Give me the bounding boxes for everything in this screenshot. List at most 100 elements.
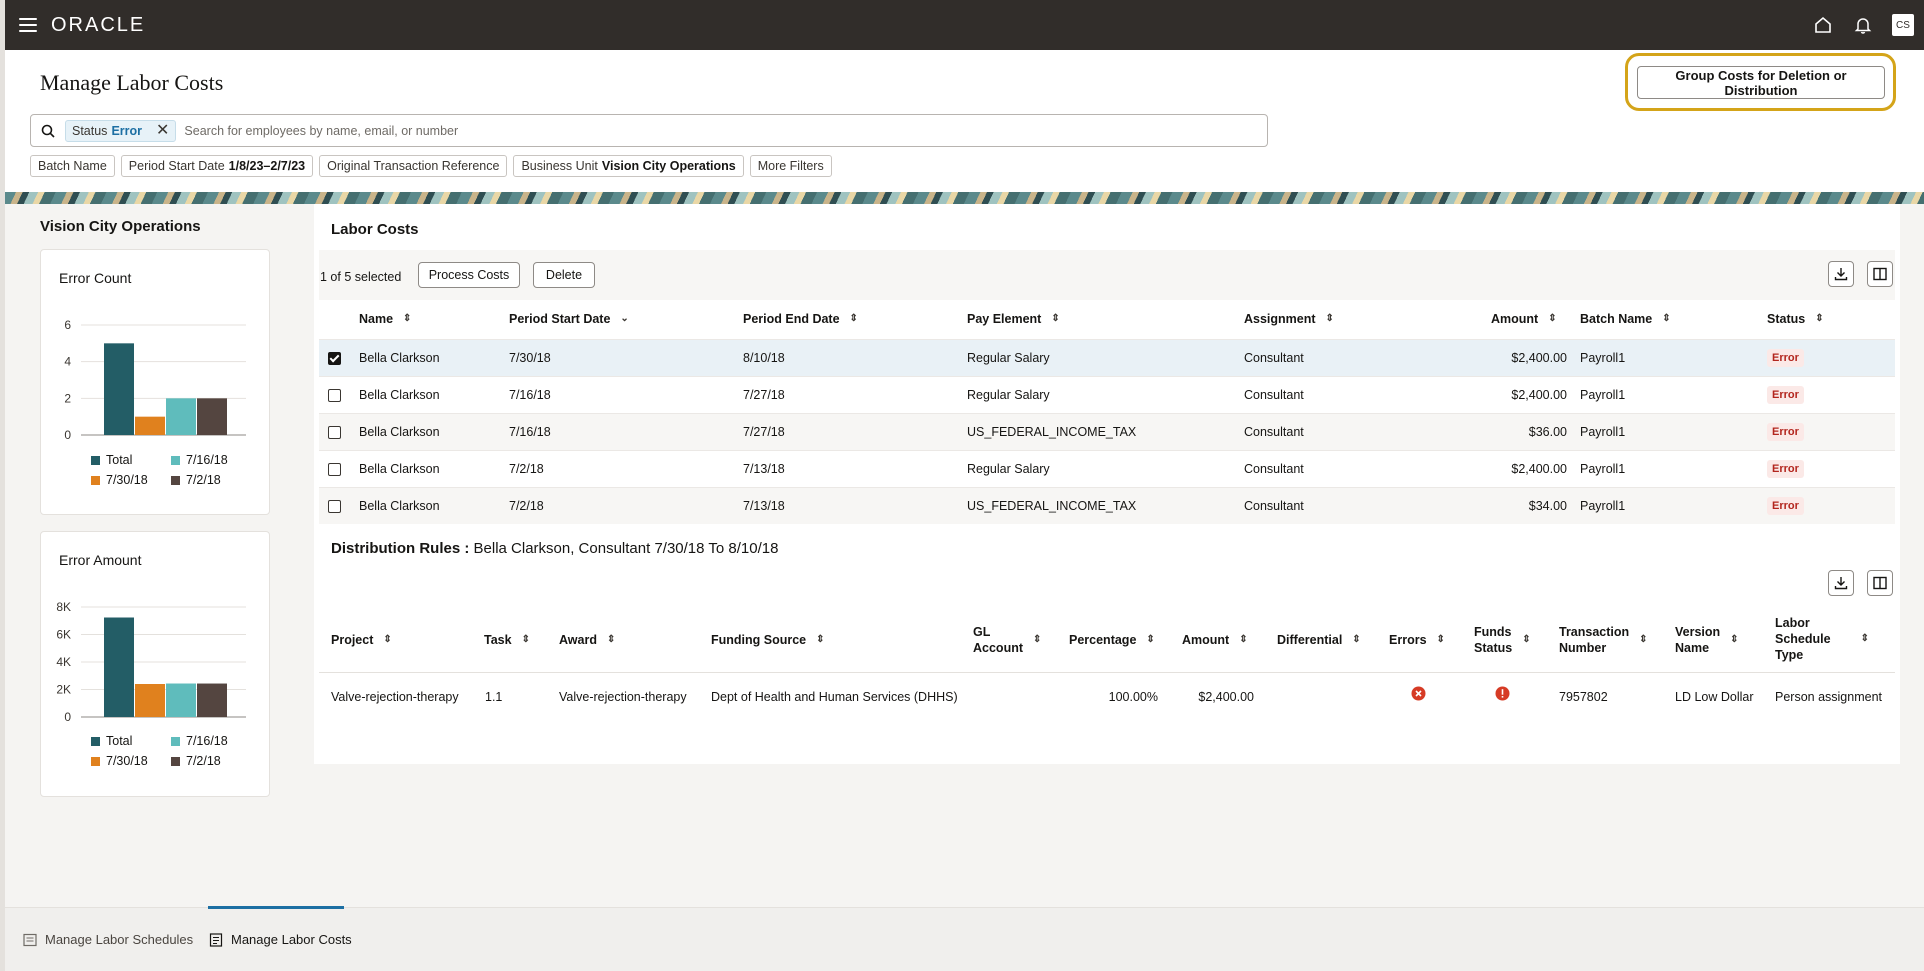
row-checkbox[interactable]: [328, 426, 341, 439]
table-row[interactable]: Bella Clarkson 7/16/18 7/27/18 Regular S…: [319, 376, 1895, 413]
home-icon[interactable]: [1812, 14, 1834, 36]
bar-Total: [104, 617, 134, 717]
search-icon[interactable]: [31, 124, 65, 138]
col-task[interactable]: Task ⇕: [484, 632, 530, 648]
table-row[interactable]: Bella Clarkson 7/2/18 7/13/18 US_FEDERAL…: [319, 487, 1895, 524]
col-version-name[interactable]: Version Name ⇕: [1675, 624, 1739, 656]
download-icon[interactable]: [1828, 570, 1854, 596]
legend-item: 7/16/18: [171, 453, 251, 467]
col-labor-schedule-type[interactable]: Labor Schedule Type ⇕: [1775, 615, 1869, 663]
oracle-logo: ORACLE: [51, 13, 146, 36]
error-icon[interactable]: [1411, 686, 1426, 704]
col-funds-status[interactable]: Funds Status ⇕: [1474, 624, 1531, 656]
table-row[interactable]: Bella Clarkson 7/16/18 7/27/18 US_FEDERA…: [319, 413, 1895, 450]
cell-batch: Payroll1: [1580, 388, 1626, 402]
cell-batch: Payroll1: [1580, 351, 1626, 365]
cell-batch: Payroll1: [1580, 499, 1626, 513]
sort-icon: ⇕: [1352, 634, 1361, 645]
process-costs-button[interactable]: Process Costs: [418, 262, 520, 288]
legend-item: Total: [91, 453, 171, 467]
error-amount-card: Error Amount 0 2K 4K 6K 8K Total 7/16/18 7/3…: [40, 531, 270, 797]
warning-icon[interactable]: [1495, 686, 1510, 704]
cell-assignment: Consultant: [1244, 462, 1304, 476]
filter-original-transaction-reference[interactable]: Original Transaction Reference: [319, 155, 508, 177]
sort-icon: ⇕: [1730, 634, 1739, 645]
col-award[interactable]: Award ⇕: [559, 632, 615, 648]
col-period-end-date[interactable]: Period End Date ⇕: [743, 312, 858, 326]
cell-start: 7/16/18: [509, 425, 551, 439]
bar-7/30/18: [135, 684, 165, 717]
business-unit-title: Vision City Operations: [40, 218, 201, 235]
close-icon[interactable]: ✕: [156, 122, 169, 139]
user-avatar[interactable]: CS: [1892, 14, 1914, 36]
delete-button[interactable]: Delete: [533, 262, 595, 288]
filter-bar: Batch Name Period Start Date 1/8/23–2/7/2…: [30, 155, 832, 177]
filter-batch-name[interactable]: Batch Name: [30, 155, 115, 177]
col-differential[interactable]: Differential ⇕: [1277, 632, 1361, 648]
columns-icon[interactable]: [1867, 570, 1893, 596]
col-period-start-date[interactable]: Period Start Date ⌄: [509, 312, 629, 326]
col-transaction-number[interactable]: Transaction Number ⇕: [1559, 624, 1648, 656]
status-badge: Error: [1767, 460, 1804, 478]
cell-name: Bella Clarkson: [359, 351, 440, 365]
cell-assignment: Consultant: [1244, 351, 1304, 365]
search-input[interactable]: [184, 123, 1267, 138]
cell-assignment: Consultant: [1244, 388, 1304, 402]
sort-icon: ⇕: [383, 634, 392, 645]
col-name[interactable]: Name ⇕: [359, 312, 411, 326]
row-checkbox[interactable]: [328, 463, 341, 476]
filter-period-start-date[interactable]: Period Start Date 1/8/23–2/7/23: [120, 155, 314, 177]
cell-name: Bella Clarkson: [359, 499, 440, 513]
row-checkbox[interactable]: [328, 500, 341, 513]
col-pay-element[interactable]: Pay Element ⇕: [967, 312, 1060, 326]
selection-count: 1 of 5 selected: [320, 270, 402, 284]
bar-7/16/18: [166, 398, 196, 435]
error-amount-title: Error Amount: [59, 552, 142, 568]
bell-icon[interactable]: [1852, 14, 1874, 36]
tab-manage-labor-costs[interactable]: Manage Labor Costs: [209, 932, 352, 947]
col-project[interactable]: Project ⇕: [331, 632, 392, 648]
row-checkbox[interactable]: [328, 352, 341, 365]
col-gl-account[interactable]: GL Account ⇕: [973, 624, 1041, 656]
filter-business-unit[interactable]: Business Unit Vision City Operations: [513, 155, 744, 177]
status-badge: Error: [1767, 423, 1804, 441]
cell-pay-element: Regular Salary: [967, 388, 1050, 402]
dist-cell-amount: $2,400.00: [1198, 690, 1254, 704]
table-row[interactable]: Bella Clarkson 7/2/18 7/13/18 Regular Sa…: [319, 450, 1895, 487]
dist-cell-version-name: LD Low Dollar: [1675, 690, 1754, 704]
cell-pay-element: US_FEDERAL_INCOME_TAX: [967, 499, 1137, 513]
table-row[interactable]: Bella Clarkson 7/30/18 8/10/18 Regular S…: [319, 339, 1895, 376]
cell-end: 7/13/18: [743, 462, 785, 476]
col-assignment[interactable]: Assignment ⇕: [1244, 312, 1334, 326]
columns-icon[interactable]: [1867, 261, 1893, 287]
download-icon[interactable]: [1828, 261, 1854, 287]
sort-icon: ⇕: [606, 634, 616, 645]
decorative-banner: [5, 192, 1924, 204]
legend-item: 7/30/18: [91, 754, 171, 768]
col-batch-name[interactable]: Batch Name ⇕: [1580, 312, 1671, 326]
status-filter-chip[interactable]: Status Error ✕: [65, 119, 177, 142]
group-costs-button[interactable]: Group Costs for Deletion or Distribution: [1637, 66, 1885, 99]
row-checkbox[interactable]: [328, 389, 341, 402]
col-amount[interactable]: Amount ⇕: [1491, 312, 1557, 326]
col-errors[interactable]: Errors ⇕: [1389, 632, 1445, 648]
col-status[interactable]: Status ⇕: [1767, 312, 1824, 326]
menu-icon[interactable]: [19, 18, 37, 32]
col-funding-source[interactable]: Funding Source ⇕: [711, 632, 825, 648]
error-count-legend: Total 7/16/18 7/30/18 7/2/18: [91, 453, 251, 487]
active-tab-indicator: [208, 906, 344, 909]
legend-item: 7/2/18: [171, 473, 251, 487]
cell-amount: $2,400.00: [1511, 388, 1567, 402]
sort-icon: ⇕: [1522, 634, 1531, 645]
y-tick-label: 4: [64, 355, 71, 369]
tab-manage-labor-schedules[interactable]: Manage Labor Schedules: [23, 932, 193, 947]
col-percentage[interactable]: Percentage ⇕: [1069, 632, 1155, 648]
col-amount[interactable]: Amount ⇕: [1182, 632, 1248, 648]
chip-label: Status: [72, 123, 108, 138]
y-tick-label: 0: [64, 428, 71, 442]
y-tick-label: 0: [64, 710, 71, 724]
error-amount-legend: Total 7/16/18 7/30/18 7/2/18: [91, 734, 251, 768]
cell-pay-element: US_FEDERAL_INCOME_TAX: [967, 425, 1137, 439]
more-filters-button[interactable]: More Filters: [749, 155, 832, 177]
sort-icon: ⇕: [1860, 633, 1869, 644]
